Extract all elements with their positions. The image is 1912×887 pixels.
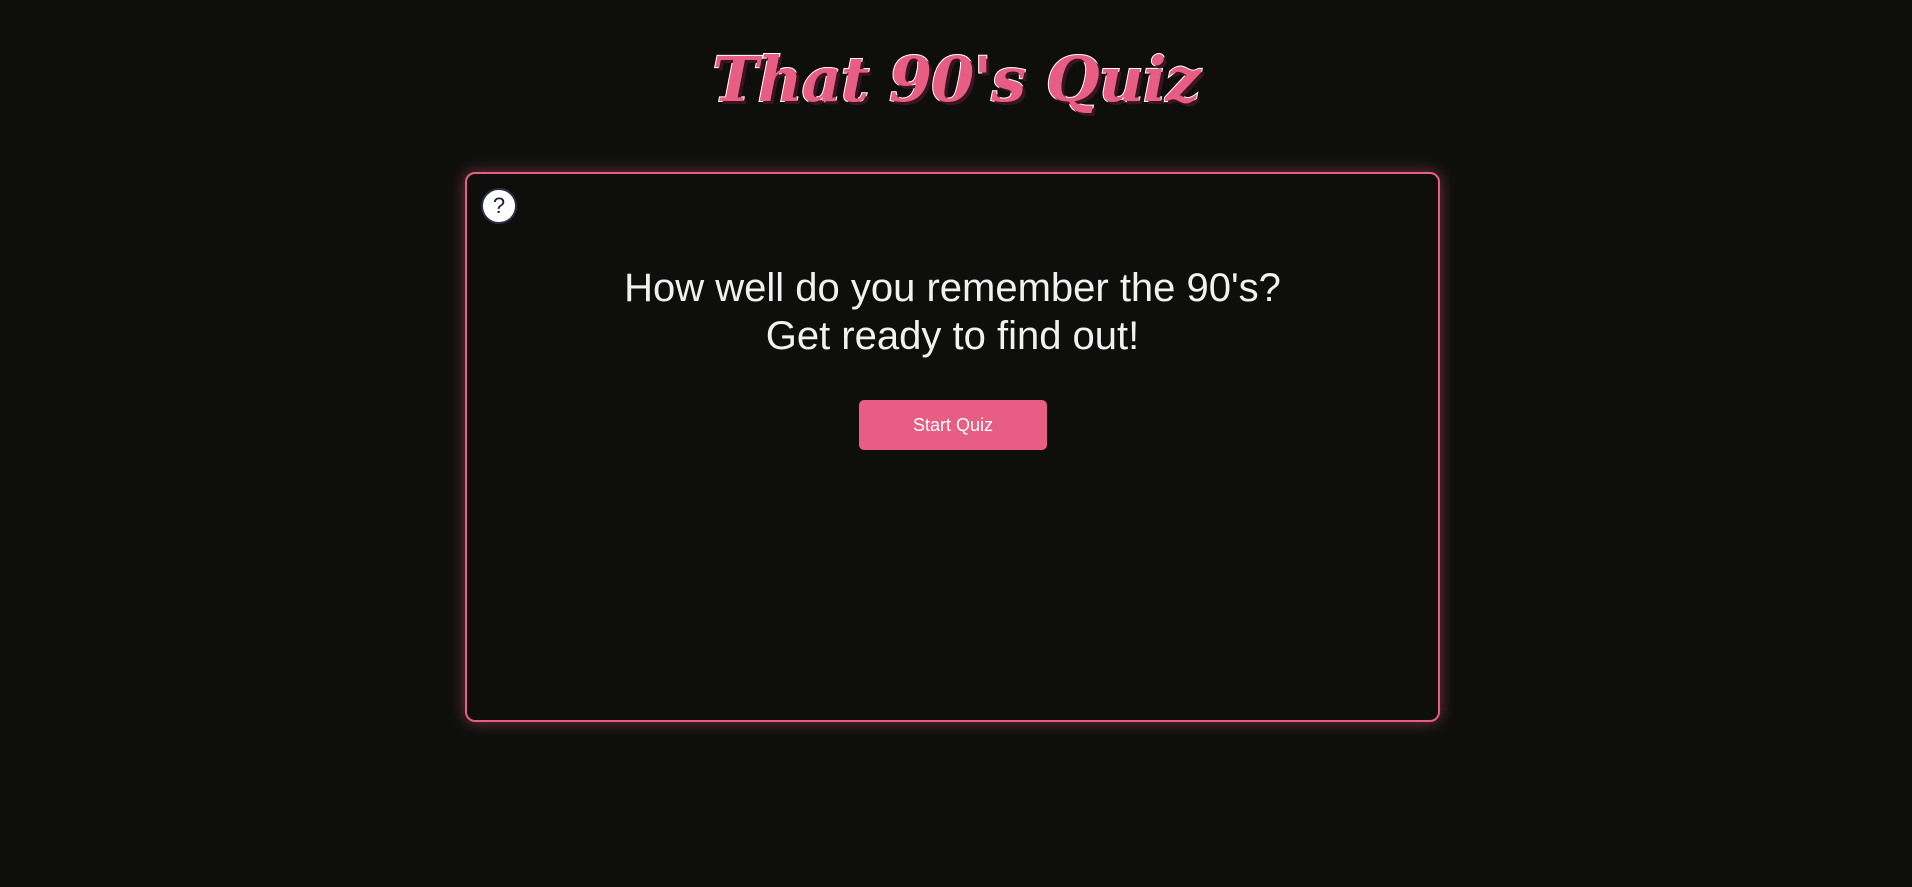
help-button[interactable]: ? xyxy=(481,188,517,224)
site-title: That 90's Quiz xyxy=(711,42,1201,117)
intro-question: How well do you remember the 90's? xyxy=(624,266,1281,310)
start-quiz-button[interactable]: Start Quiz xyxy=(859,400,1047,450)
quiz-card: ? How well do you remember the 90's? Get… xyxy=(465,172,1440,722)
intro-text: How well do you remember the 90's? Get r… xyxy=(467,264,1438,360)
intro-subtitle: Get ready to find out! xyxy=(765,314,1140,358)
page: That 90's Quiz ? How well do you remembe… xyxy=(0,0,1912,887)
question-mark-icon: ? xyxy=(492,193,506,218)
